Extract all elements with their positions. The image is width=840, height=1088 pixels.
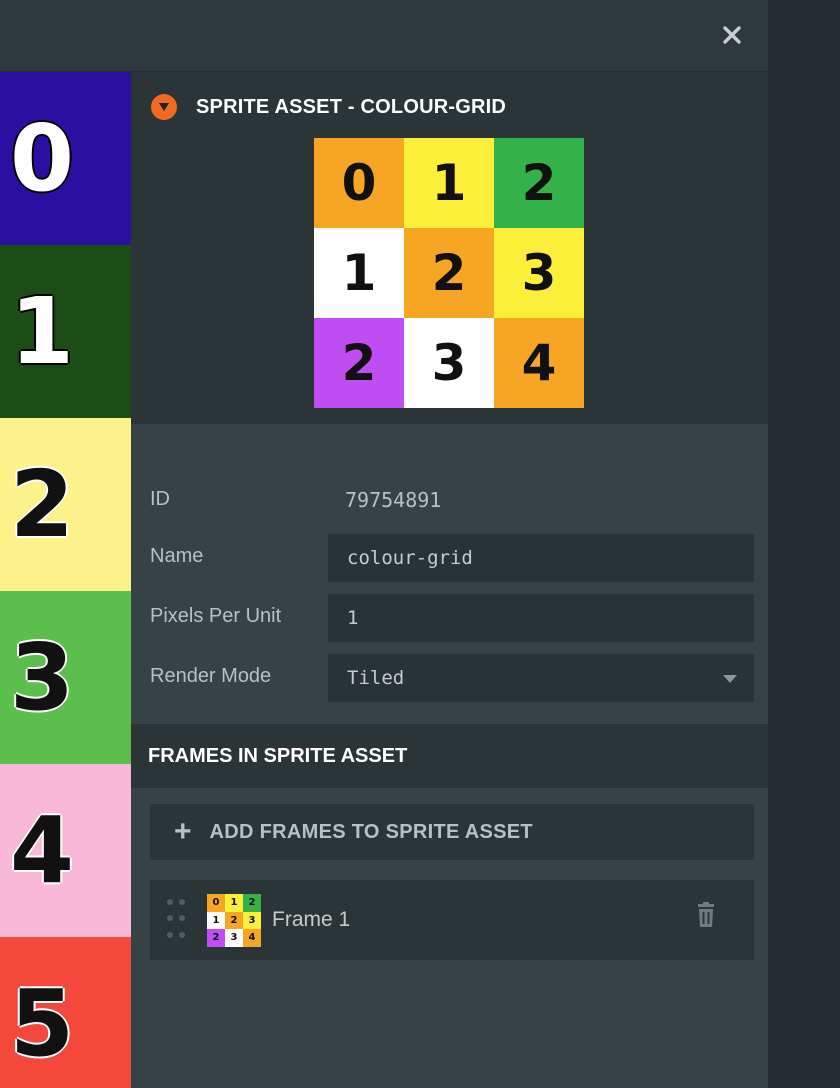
inspector-panel: SPRITE ASSET - COLOUR-GRID 012123234 ID … bbox=[131, 72, 768, 1088]
pixels-per-unit-label: Pixels Per Unit bbox=[150, 605, 282, 627]
preview-cell: 3 bbox=[494, 228, 584, 318]
texture-cell: 4 bbox=[0, 764, 131, 937]
thumbnail-cell: 3 bbox=[243, 911, 261, 930]
frames-header: FRAMES IN SPRITE ASSET bbox=[131, 724, 768, 788]
name-label: Name bbox=[150, 545, 204, 567]
drag-handle-icon[interactable] bbox=[167, 899, 189, 943]
texture-cell: 2 bbox=[0, 418, 131, 591]
id-label: ID bbox=[150, 488, 170, 510]
render-mode-label: Render Mode bbox=[150, 665, 272, 687]
chevron-down-icon bbox=[723, 675, 737, 683]
sprite-preview: 012123234 bbox=[314, 138, 584, 408]
asset-title: SPRITE ASSET - COLOUR-GRID bbox=[196, 96, 507, 118]
preview-cell: 1 bbox=[314, 228, 404, 318]
preview-cell: 1 bbox=[404, 138, 494, 228]
right-gutter bbox=[768, 0, 840, 1088]
pixels-per-unit-field[interactable]: 1 bbox=[328, 594, 754, 642]
thumbnail-cell: 3 bbox=[225, 929, 243, 947]
close-icon[interactable] bbox=[718, 20, 746, 50]
thumbnail-cell: 2 bbox=[225, 911, 243, 930]
trash-icon[interactable] bbox=[695, 902, 721, 932]
plus-icon: + bbox=[174, 815, 192, 848]
frame-name: Frame 1 bbox=[272, 908, 351, 931]
render-mode-value: Tiled bbox=[347, 667, 405, 689]
frame-thumbnail: 012123234 bbox=[207, 894, 261, 947]
add-frames-label: ADD FRAMES TO SPRITE ASSET bbox=[209, 820, 533, 843]
name-field[interactable]: colour-grid bbox=[328, 534, 754, 582]
preview-cell: 2 bbox=[404, 228, 494, 318]
thumbnail-cell: 2 bbox=[243, 894, 261, 912]
thumbnail-cell: 4 bbox=[243, 929, 261, 947]
preview-cell: 3 bbox=[404, 318, 494, 408]
app-root: 012345 SPRITE ASSET - COLOUR-GRID 012123… bbox=[0, 0, 840, 1088]
collapse-icon[interactable] bbox=[151, 94, 177, 120]
thumbnail-cell: 0 bbox=[207, 894, 225, 912]
render-mode-select[interactable]: Tiled bbox=[328, 654, 754, 702]
thumbnail-cell: 1 bbox=[207, 911, 225, 930]
texture-cell: 5 bbox=[0, 937, 131, 1088]
texture-cell: 3 bbox=[0, 591, 131, 764]
thumbnail-cell: 1 bbox=[225, 894, 243, 912]
texture-strip: 012345 bbox=[0, 72, 131, 1088]
preview-cell: 2 bbox=[494, 138, 584, 228]
id-value: 79754891 bbox=[345, 488, 442, 512]
top-bar bbox=[0, 0, 768, 72]
asset-header: SPRITE ASSET - COLOUR-GRID 012123234 bbox=[131, 72, 768, 424]
texture-cell: 1 bbox=[0, 245, 131, 418]
preview-cell: 0 bbox=[314, 138, 404, 228]
thumbnail-cell: 2 bbox=[207, 929, 225, 947]
preview-cell: 4 bbox=[494, 318, 584, 408]
add-frames-button[interactable]: + ADD FRAMES TO SPRITE ASSET bbox=[150, 804, 754, 860]
texture-cell: 0 bbox=[0, 72, 131, 245]
frames-title: FRAMES IN SPRITE ASSET bbox=[148, 745, 408, 767]
preview-cell: 2 bbox=[314, 318, 404, 408]
frame-list-item[interactable]: 012123234 Frame 1 bbox=[150, 880, 754, 960]
